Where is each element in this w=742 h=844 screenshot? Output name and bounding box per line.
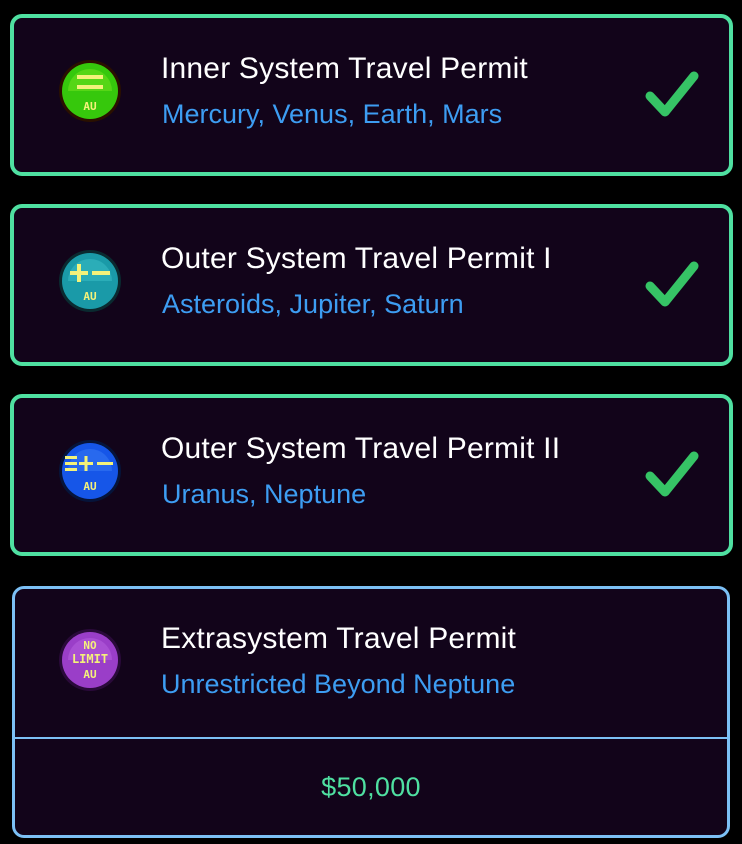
svg-text:NO: NO <box>83 639 97 652</box>
checkmark-icon <box>645 71 699 117</box>
outer-permit-1-icon: AU <box>59 250 121 312</box>
permit-card-outer-system-1: AU Outer System Travel Permit I Asteroid… <box>10 204 733 366</box>
permit-title: Outer System Travel Permit II <box>161 432 561 465</box>
price-label: $50,000 <box>321 771 421 802</box>
permit-destinations: Uranus, Neptune <box>162 479 367 509</box>
buy-permit-button[interactable]: $50,000 <box>15 739 727 835</box>
outer-permit-2-icon: AU <box>59 440 121 502</box>
extrasystem-permit-icon: NO LIMIT AU <box>59 629 121 691</box>
permit-title: Extrasystem Travel Permit <box>161 622 517 655</box>
permit-destinations: Asteroids, Jupiter, Saturn <box>162 289 464 319</box>
svg-text:LIMIT: LIMIT <box>72 652 108 666</box>
permit-destinations: Unrestricted Beyond Neptune <box>161 669 516 699</box>
permit-title: Inner System Travel Permit <box>161 52 528 85</box>
svg-text:AU: AU <box>83 290 97 303</box>
svg-text:AU: AU <box>83 480 97 493</box>
svg-text:AU: AU <box>83 668 97 681</box>
permit-card-outer-system-2: AU Outer System Travel Permit II Uranus,… <box>10 394 733 556</box>
permit-destinations: Mercury, Venus, Earth, Mars <box>162 99 503 129</box>
permit-card-inner-system: AU Inner System Travel Permit Mercury, V… <box>10 14 733 176</box>
checkmark-icon <box>645 451 699 497</box>
inner-permit-icon: AU <box>59 60 121 122</box>
checkmark-icon <box>645 261 699 307</box>
permit-card-extrasystem: NO LIMIT AU Extrasystem Travel Permit Un… <box>12 586 730 838</box>
permit-title: Outer System Travel Permit I <box>161 242 552 275</box>
svg-text:AU: AU <box>83 100 97 113</box>
